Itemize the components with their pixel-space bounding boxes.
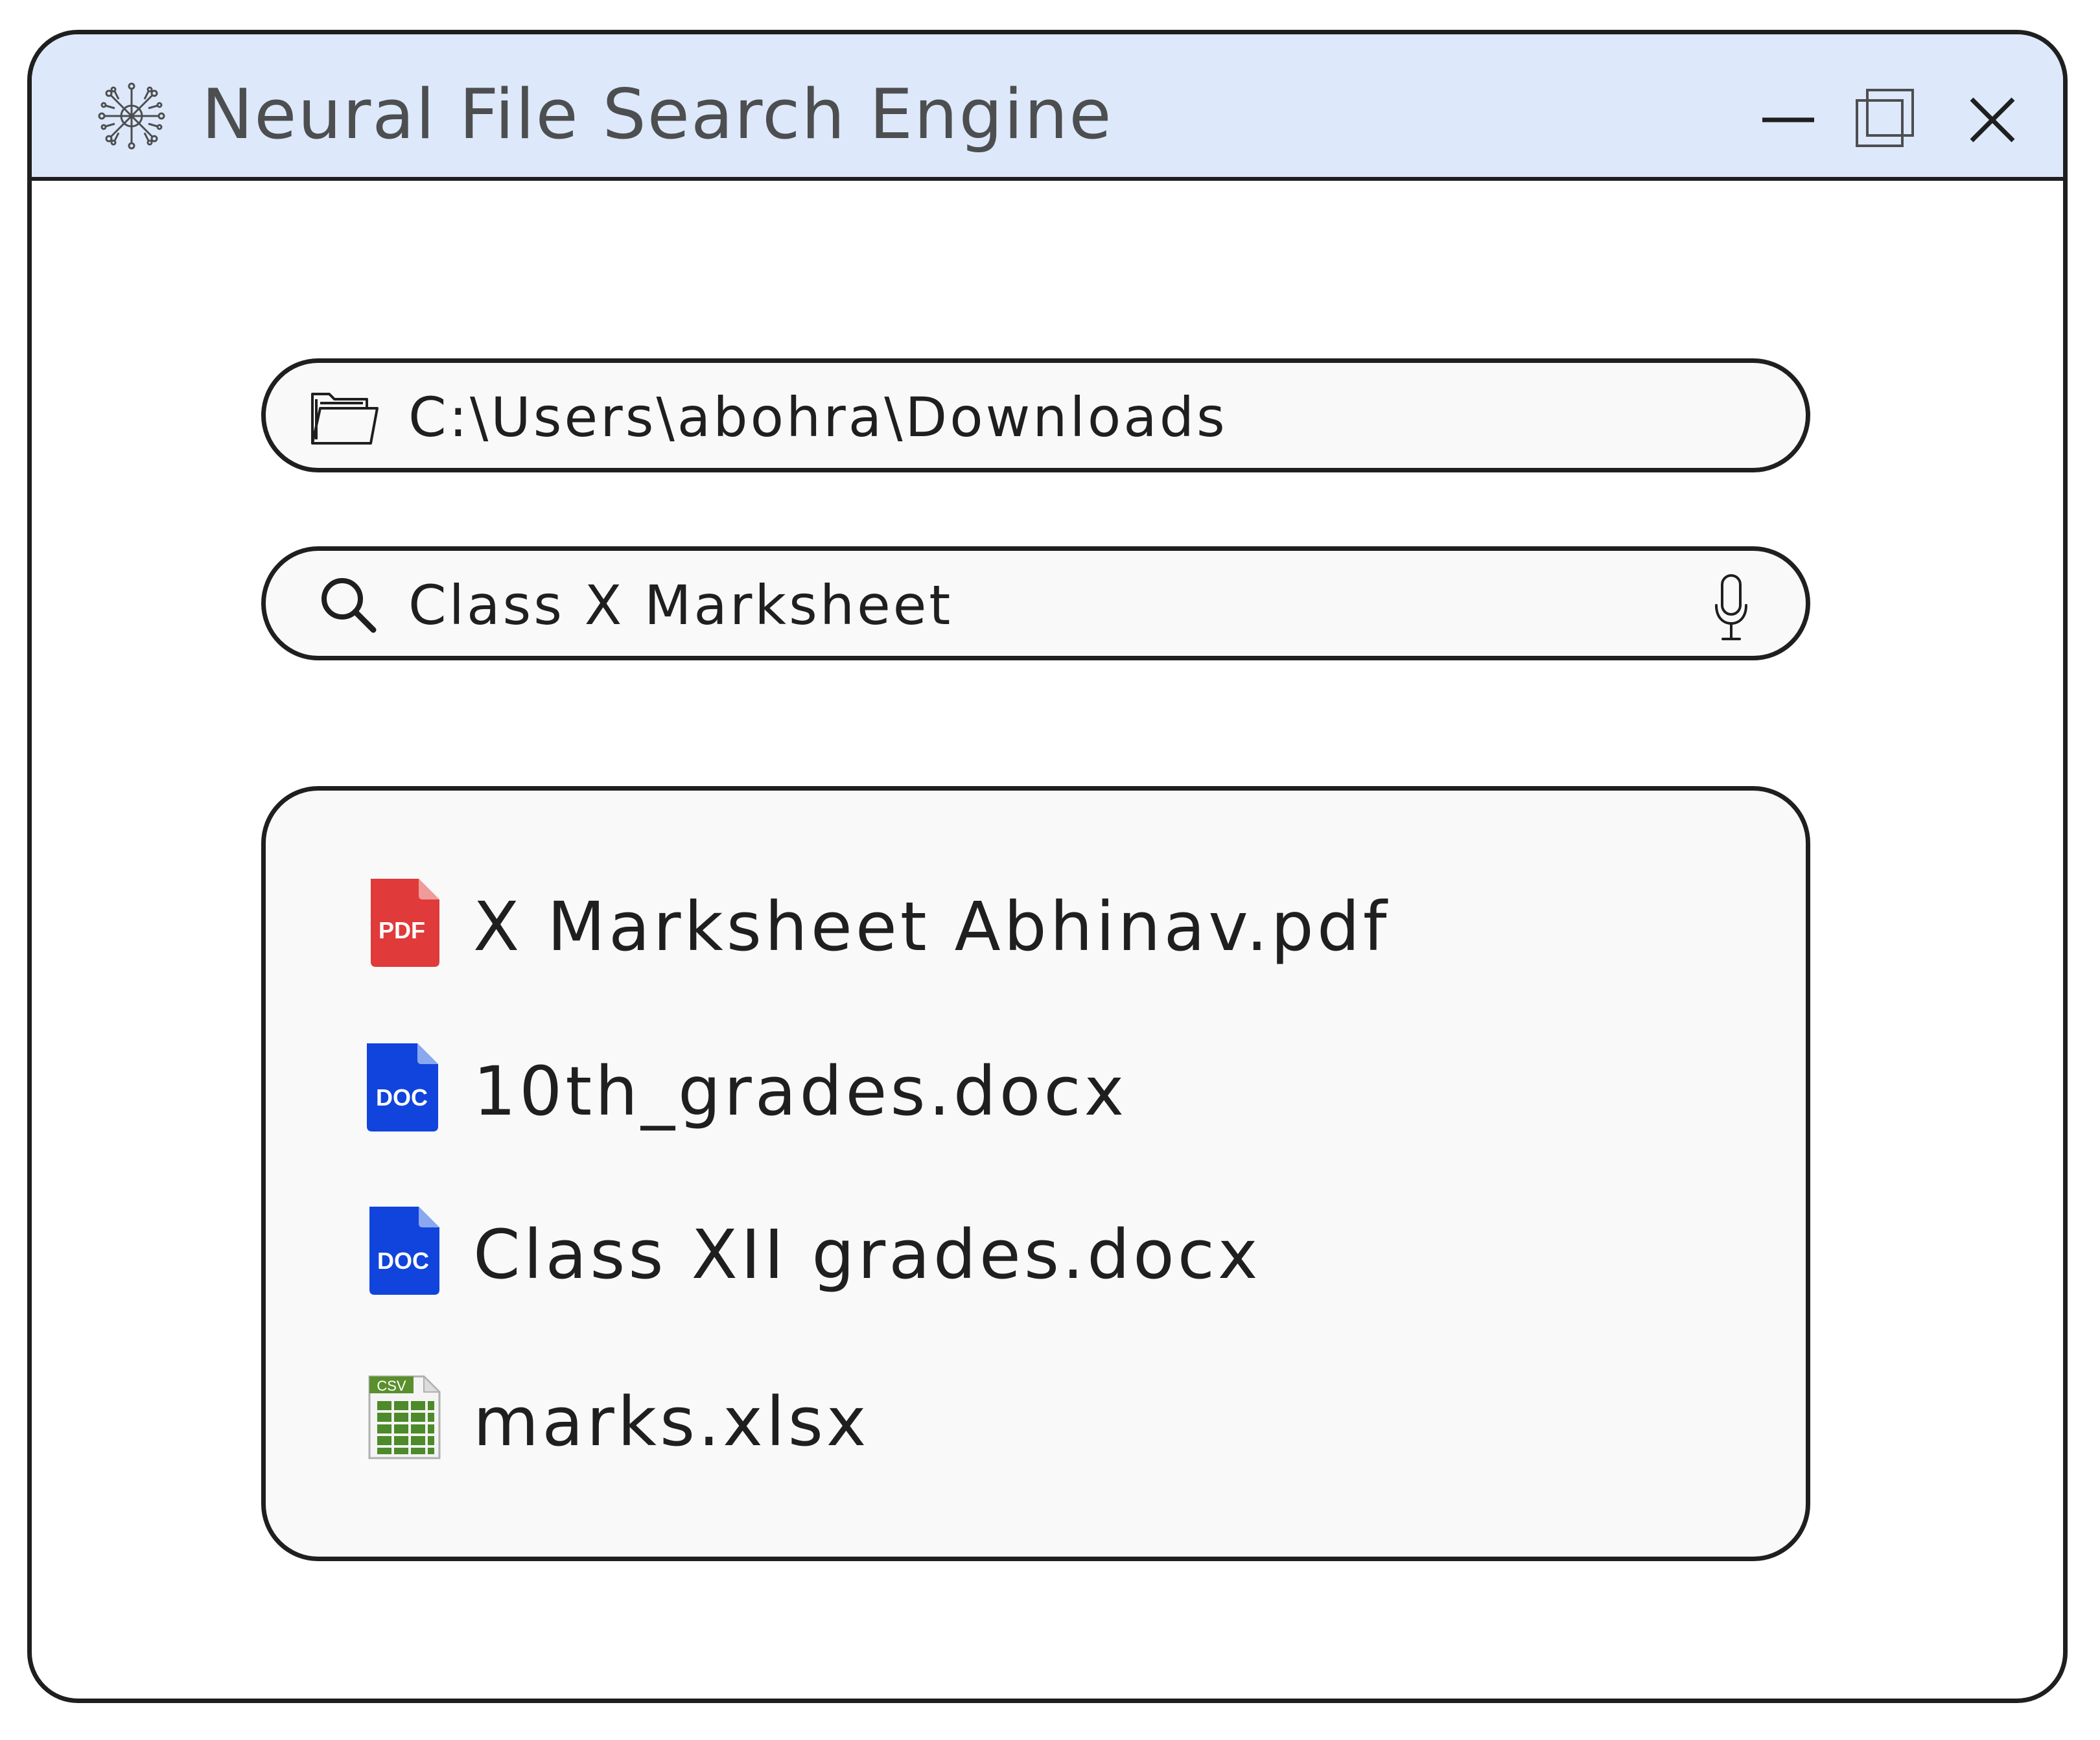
folder-path-field[interactable]: C:\Users\abohra\Downloads (261, 358, 1810, 472)
list-item[interactable]: PDF X Marksheet Abhinav.pdf (363, 871, 1659, 975)
result-file-name: Class XII grades.docx (473, 1215, 1261, 1294)
result-file-name: X Marksheet Abhinav.pdf (473, 887, 1390, 966)
doc-file-icon: DOC (367, 1043, 438, 1131)
maximize-icon[interactable] (1853, 86, 1918, 151)
file-type-badge: PDF (379, 917, 425, 944)
folder-path-text: C:\Users\abohra\Downloads (408, 386, 1228, 449)
window-title: Neural File Search Engine (202, 75, 1113, 154)
file-type-badge: CSV (377, 1378, 406, 1394)
microphone-icon[interactable] (1712, 573, 1750, 643)
list-item[interactable]: CSV marks.xlsx (363, 1366, 1659, 1470)
file-type-badge: DOC (377, 1247, 429, 1274)
search-field[interactable]: Class X Marksheet (261, 546, 1810, 660)
spreadsheet-file-icon: CSV (368, 1375, 441, 1459)
title-bar[interactable]: Neural File Search Engine (32, 34, 2063, 181)
close-icon[interactable] (1960, 86, 2025, 151)
list-item[interactable]: DOC Class XII grades.docx (363, 1199, 1659, 1303)
results-list: PDF X Marksheet Abhinav.pdf DOC 10th_gra… (261, 786, 1810, 1561)
app-window: Neural File Search Engine C:\Users\abohr… (27, 30, 2068, 1703)
result-file-name: marks.xlsx (473, 1382, 870, 1461)
result-file-name: 10th_grades.docx (473, 1052, 1128, 1131)
search-input[interactable]: Class X Marksheet (408, 573, 953, 638)
list-item[interactable]: DOC 10th_grades.docx (363, 1036, 1659, 1139)
folder-icon (311, 393, 379, 445)
search-icon (321, 578, 377, 633)
minimize-icon[interactable] (1757, 86, 1822, 151)
pdf-file-icon: PDF (371, 879, 439, 967)
neural-brain-icon (98, 82, 165, 150)
doc-file-icon: DOC (369, 1207, 439, 1295)
file-type-badge: DOC (376, 1084, 428, 1111)
